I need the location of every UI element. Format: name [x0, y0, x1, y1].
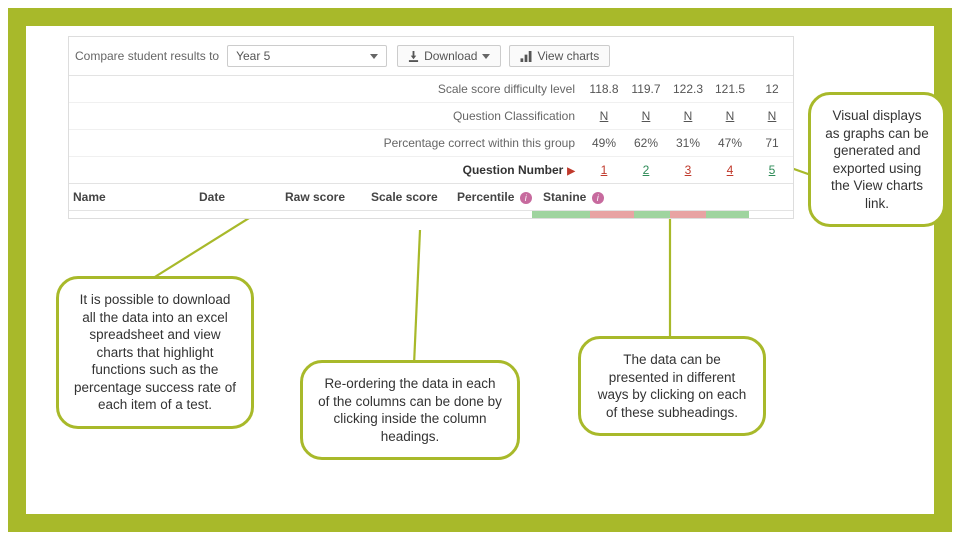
- row-percentage[interactable]: Percentage correct within this group 49%…: [69, 129, 793, 156]
- download-button-label: Download: [424, 49, 477, 63]
- chevron-down-icon: [370, 54, 378, 59]
- col-percentile[interactable]: Percentile i: [457, 190, 543, 204]
- row-label: Scale score difficulty level: [205, 82, 583, 96]
- info-icon[interactable]: i: [592, 192, 604, 204]
- summary-rows: Scale score difficulty level 118.8 119.7…: [69, 76, 793, 184]
- col-name[interactable]: Name: [69, 190, 199, 204]
- cell: 49%: [583, 136, 625, 150]
- year-select[interactable]: Year 5: [227, 45, 387, 67]
- row-label: Percentage correct within this group: [205, 136, 583, 150]
- callout-reorder: Re-ordering the data in each of the colu…: [300, 360, 520, 460]
- bar-chart-icon: [520, 51, 532, 62]
- toolbar: Compare student results to Year 5 Downlo…: [69, 37, 793, 76]
- callout-text: Visual displays as graphs can be generat…: [825, 107, 929, 212]
- download-icon: [408, 51, 419, 62]
- row-label: Question Classification: [205, 109, 583, 123]
- chevron-down-icon: [482, 54, 490, 59]
- cell: N: [751, 109, 793, 123]
- cell: 47%: [709, 136, 751, 150]
- cell: 4: [709, 163, 751, 177]
- sort-arrow-icon: ▶: [567, 166, 575, 177]
- cell: N: [709, 109, 751, 123]
- callout-text: Re-ordering the data in each of the colu…: [317, 375, 503, 445]
- data-stripe: [69, 211, 793, 218]
- cell: N: [625, 109, 667, 123]
- year-select-value: Year 5: [236, 49, 270, 63]
- cell: 122.3: [667, 82, 709, 96]
- cell: 5: [751, 163, 793, 177]
- cell: 118.8: [583, 82, 625, 96]
- column-headers: Name Date Raw score Scale score Percenti…: [69, 184, 793, 211]
- cell: 2: [625, 163, 667, 177]
- cell: N: [583, 109, 625, 123]
- cell: 119.7: [625, 82, 667, 96]
- col-date[interactable]: Date: [199, 190, 285, 204]
- row-label: Question Number▶: [205, 163, 583, 177]
- info-icon[interactable]: i: [520, 192, 532, 204]
- download-button[interactable]: Download: [397, 45, 501, 67]
- callout-subheadings: The data can be presented in different w…: [578, 336, 766, 436]
- cell: N: [667, 109, 709, 123]
- view-charts-button[interactable]: View charts: [509, 45, 610, 67]
- cell: 62%: [625, 136, 667, 150]
- cell: 3: [667, 163, 709, 177]
- col-stanine[interactable]: Stanine i: [543, 190, 629, 204]
- callout-text: It is possible to download all the data …: [73, 291, 237, 414]
- row-question-number[interactable]: Question Number▶ 1 2 3 4 5: [69, 156, 793, 183]
- cell: 1: [583, 163, 625, 177]
- row-classification[interactable]: Question Classification N N N N N: [69, 102, 793, 129]
- app-screenshot: Compare student results to Year 5 Downlo…: [68, 36, 794, 219]
- row-difficulty[interactable]: Scale score difficulty level 118.8 119.7…: [69, 76, 793, 102]
- cell: 71: [751, 136, 793, 150]
- col-raw-score[interactable]: Raw score: [285, 190, 371, 204]
- view-charts-label: View charts: [537, 49, 599, 63]
- cell: 121.5: [709, 82, 751, 96]
- cell: 31%: [667, 136, 709, 150]
- cell: 12: [751, 82, 793, 96]
- col-scale-score[interactable]: Scale score: [371, 190, 457, 204]
- compare-label: Compare student results to: [75, 49, 219, 63]
- callout-text: The data can be presented in different w…: [595, 351, 749, 421]
- callout-view-charts: Visual displays as graphs can be generat…: [808, 92, 946, 227]
- callout-download: It is possible to download all the data …: [56, 276, 254, 429]
